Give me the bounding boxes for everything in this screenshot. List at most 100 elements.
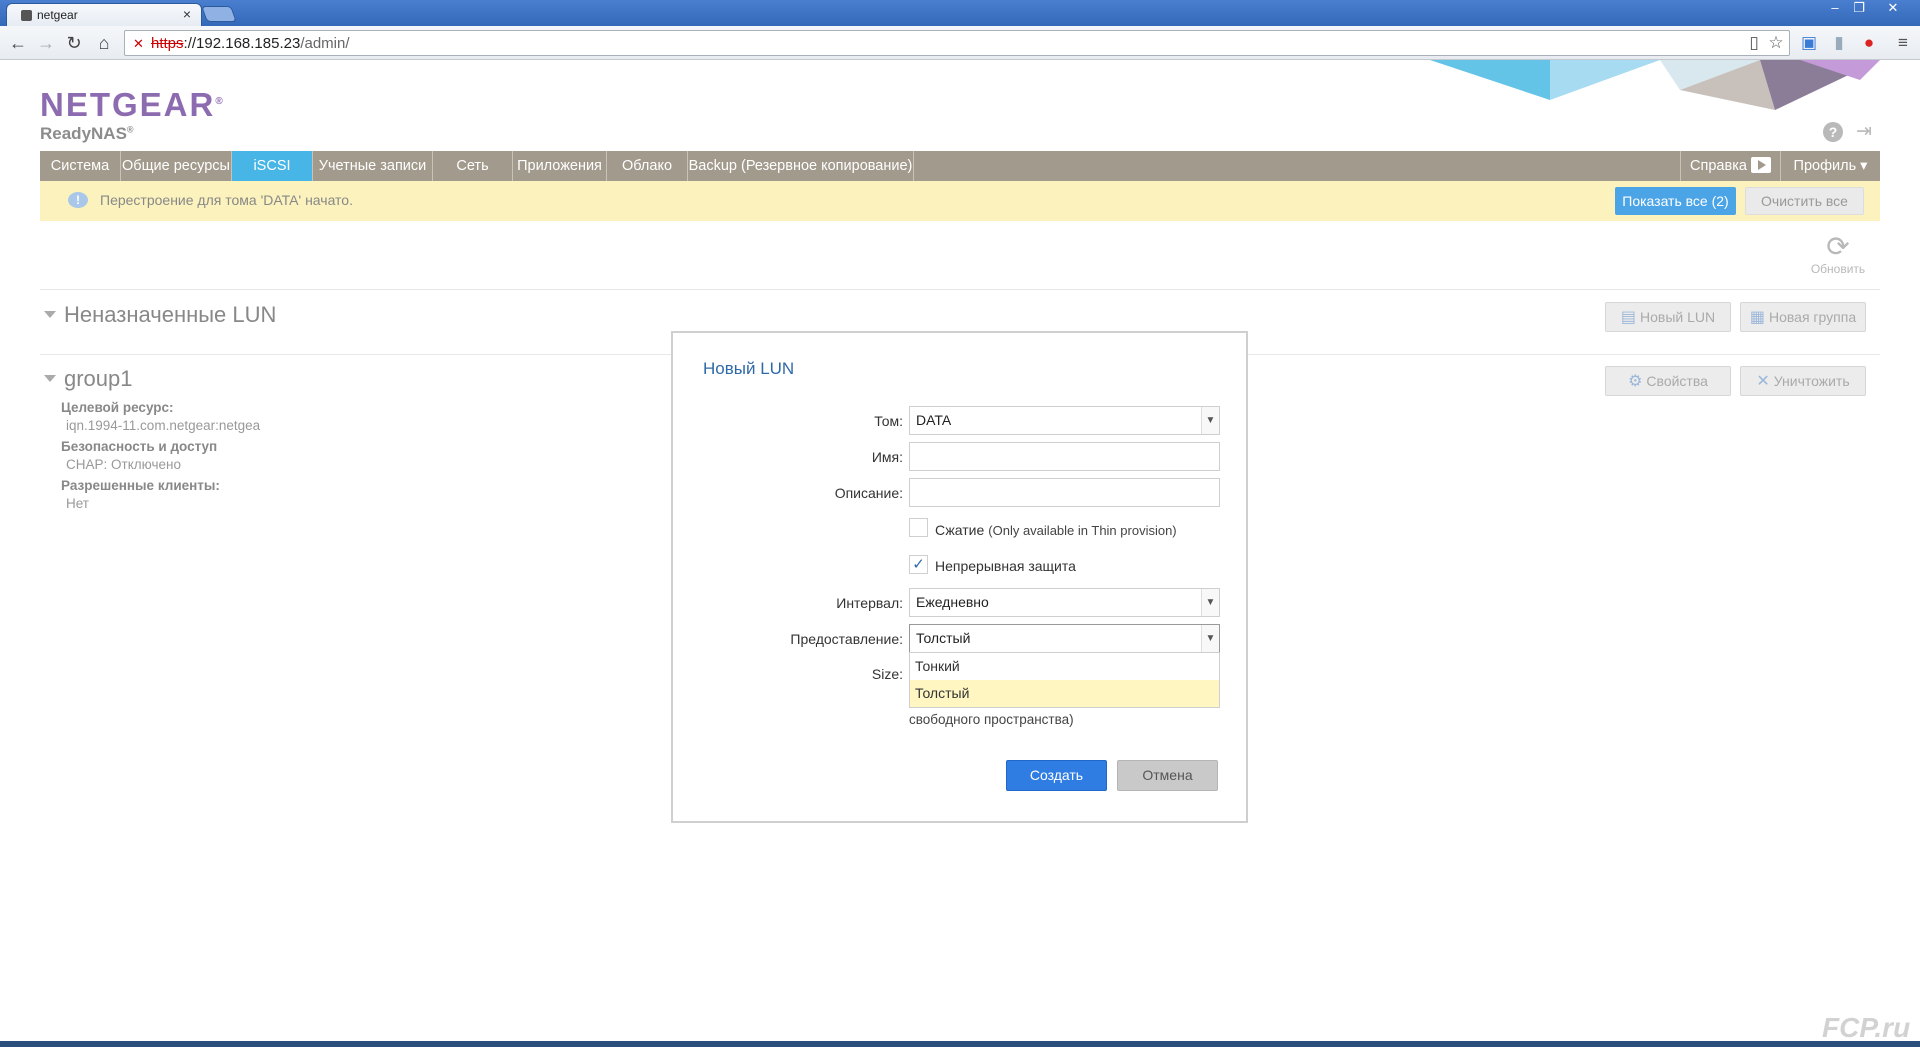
forward-icon[interactable]: →: [34, 31, 58, 55]
description-input[interactable]: [909, 478, 1220, 507]
nav-backup[interactable]: Backup (Резервное копирование): [688, 151, 914, 181]
description-label: Описание:: [834, 485, 903, 501]
chevron-down-icon: ▼: [1201, 407, 1219, 434]
group-header[interactable]: group1: [44, 366, 133, 392]
new-lun-label: Новый LUN: [1640, 309, 1716, 325]
favicon-icon: [21, 10, 32, 21]
interval-select[interactable]: Ежедневно ▼: [909, 588, 1220, 617]
logo-registered-mark: ®: [215, 96, 225, 107]
group-title: group1: [64, 366, 133, 391]
provision-option-thin[interactable]: Тонкий: [910, 653, 1219, 680]
adblock-icon[interactable]: ●: [1858, 32, 1880, 54]
create-button[interactable]: Создать: [1006, 760, 1107, 791]
size-note: свободного пространства): [909, 712, 1074, 727]
unassigned-lun-title: Неназначенные LUN: [64, 302, 277, 327]
product-name: ReadyNAS: [40, 124, 127, 143]
translate-extension-icon[interactable]: ▣: [1798, 32, 1820, 54]
maximize-button[interactable]: ❐: [1848, 0, 1870, 18]
nav-profile[interactable]: Профиль ▾: [1780, 151, 1880, 181]
back-icon[interactable]: ←: [6, 31, 30, 55]
volume-value: DATA: [916, 412, 952, 428]
notification-bar: ! Перестроение для тома 'DATA' начато. П…: [40, 181, 1880, 221]
tab-title: netgear: [37, 8, 78, 22]
nav-cloud[interactable]: Облако: [607, 151, 688, 181]
cancel-button[interactable]: Отмена: [1117, 760, 1218, 791]
logout-icon[interactable]: ⇥: [1856, 120, 1872, 143]
chevron-down-icon: ▼: [1201, 625, 1219, 652]
continuous-protection-label: Непрерывная защита: [935, 558, 1076, 574]
checkmark-icon: ✓: [912, 556, 925, 573]
clients-value: Нет: [66, 496, 89, 511]
nav-shares[interactable]: Общие ресурсы: [121, 151, 232, 181]
nav-system[interactable]: Система: [40, 151, 121, 181]
compression-label-row: Сжатие (Only available in Thin provision): [935, 522, 1177, 538]
name-label: Имя:: [871, 449, 903, 465]
bookmark-star-icon[interactable]: ☆: [1765, 32, 1787, 54]
destroy-button[interactable]: ✕ Уничтожить: [1740, 366, 1866, 396]
menu-icon[interactable]: ≡: [1892, 32, 1914, 54]
volume-select[interactable]: DATA ▼: [909, 406, 1220, 435]
name-input[interactable]: [909, 442, 1220, 471]
url-host: ://192.168.185.23: [183, 35, 301, 52]
os-taskbar: [0, 1041, 1920, 1047]
home-icon[interactable]: ⌂: [92, 31, 116, 55]
clear-all-button[interactable]: Очистить все: [1745, 187, 1864, 215]
unassigned-lun-header[interactable]: Неназначенные LUN: [44, 302, 276, 328]
nav-apps[interactable]: Приложения: [513, 151, 607, 181]
chevron-down-icon: ▼: [1201, 589, 1219, 616]
signal-extension-icon[interactable]: ▮: [1828, 32, 1850, 54]
nav-iscsi[interactable]: iSCSI: [232, 151, 313, 181]
target-label: Целевой ресурс:: [61, 400, 174, 415]
interval-label: Интервал:: [836, 595, 903, 611]
url-path: /admin/: [300, 35, 350, 52]
address-bar[interactable]: ✕ https://192.168.185.23/admin/ ▯ ☆: [124, 30, 1790, 56]
provision-value: Толстый: [916, 630, 971, 646]
product-registered-mark: ®: [126, 124, 134, 135]
provision-label: Предоставление:: [790, 631, 903, 647]
url-text: https://192.168.185.23/admin/: [151, 35, 350, 52]
nav-help-label: Справка: [1690, 158, 1747, 174]
collapse-caret-icon: [44, 311, 56, 318]
nav-help[interactable]: Справка: [1680, 151, 1780, 181]
main-navigation: Система Общие ресурсы iSCSI Учетные запи…: [40, 151, 1880, 181]
close-window-button[interactable]: ✕: [1882, 0, 1904, 18]
properties-label: Свойства: [1646, 373, 1708, 389]
gear-icon: ⚙: [1628, 373, 1643, 390]
refresh-icon: ⟳: [1826, 231, 1850, 262]
browser-tab[interactable]: netgear ×: [6, 3, 202, 26]
interval-value: Ежедневно: [916, 594, 989, 610]
reader-icon[interactable]: ▯: [1743, 32, 1765, 54]
help-icon[interactable]: ?: [1823, 122, 1843, 142]
browser-tab-bar: netgear × – ❐ ✕: [0, 0, 1920, 26]
new-group-button[interactable]: ▦ Новая группа: [1740, 302, 1866, 332]
destroy-label: Уничтожить: [1773, 373, 1850, 389]
show-all-button[interactable]: Показать все (2): [1615, 187, 1736, 215]
clients-label: Разрешенные клиенты:: [61, 478, 220, 493]
provision-dropdown-list: Тонкий Толстый: [909, 652, 1220, 708]
tab-close-icon[interactable]: ×: [183, 6, 191, 22]
continuous-protection-checkbox[interactable]: ✓: [909, 555, 928, 574]
new-lun-dialog: Новый LUN Том: DATA ▼ Имя: Описание: Сжат…: [671, 331, 1248, 823]
provision-option-thick[interactable]: Толстый: [910, 680, 1219, 707]
logo-text: NETGEAR: [40, 86, 216, 123]
new-lun-button[interactable]: ▤ Новый LUN: [1605, 302, 1731, 332]
dialog-title: Новый LUN: [703, 359, 795, 378]
nav-network[interactable]: Сеть: [433, 151, 513, 181]
collapse-caret-icon: [44, 375, 56, 382]
properties-button[interactable]: ⚙ Свойства: [1605, 366, 1731, 396]
new-tab-button[interactable]: [201, 6, 237, 22]
compression-checkbox[interactable]: [909, 518, 928, 537]
watermark: FCP.ru: [1822, 1012, 1911, 1043]
reload-icon[interactable]: ↻: [62, 31, 86, 55]
size-label: Size:: [871, 666, 903, 682]
security-label: Безопасность и доступ: [61, 439, 218, 454]
volume-label: Том:: [874, 413, 903, 429]
nav-accounts[interactable]: Учетные записи: [313, 151, 433, 181]
refresh-button[interactable]: ⟳ Обновить: [1808, 231, 1868, 277]
minimize-button[interactable]: –: [1824, 0, 1846, 18]
readynas-logo: ReadyNAS®: [40, 124, 134, 144]
insecure-lock-icon: ✕: [133, 36, 144, 51]
info-bubble-icon: !: [68, 192, 88, 208]
provision-select[interactable]: Толстый ▼: [909, 624, 1220, 653]
new-group-label: Новая группа: [1769, 309, 1857, 325]
